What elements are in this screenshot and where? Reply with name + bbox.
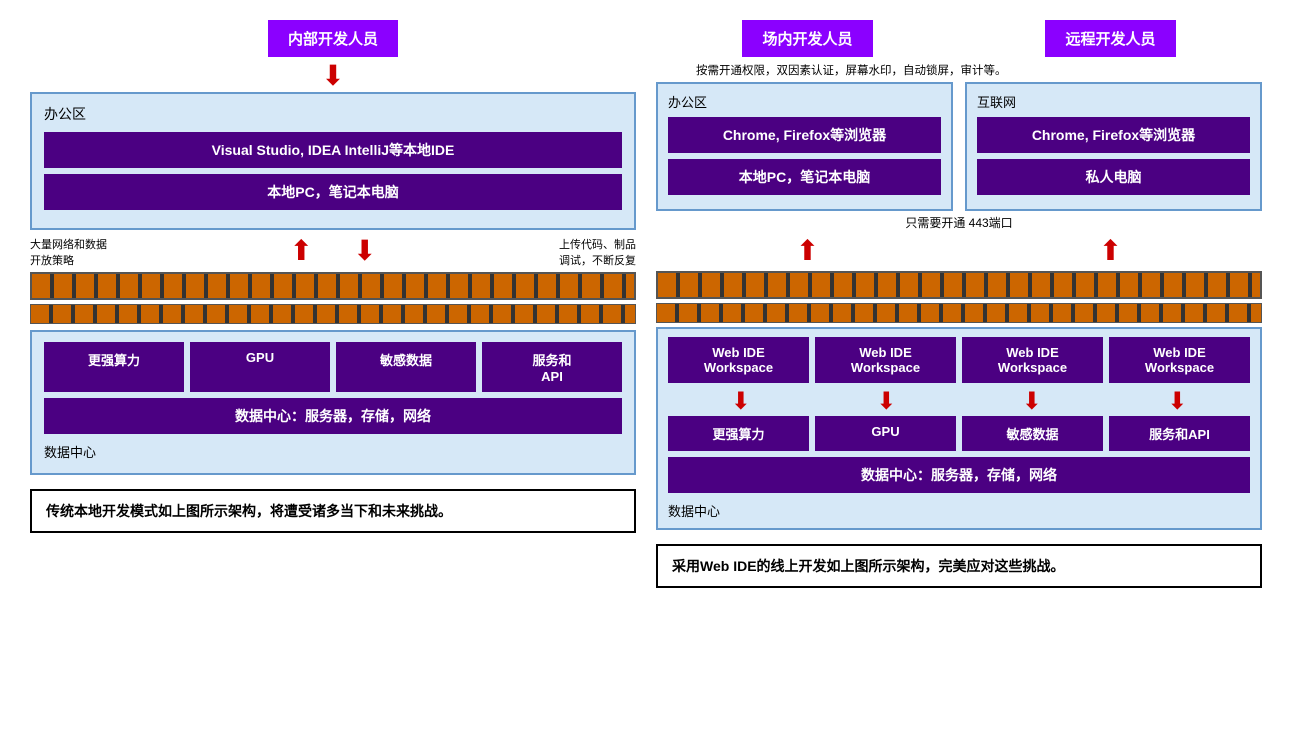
right-web-ide-4: Web IDE Workspace [1109,337,1250,383]
left-arrow-down-2: ⬇ [353,234,376,267]
right-ide-arrow-2: ⬇ [814,387,960,416]
left-arrow-down-1: ⬇ [30,62,636,90]
right-web-ide-arrows: ⬇ ⬇ ⬇ ⬇ [668,387,1250,416]
left-datacenter-outer: 更强算力 GPU 敏感数据 服务和 API 数据中心：服务器，存储，网络 数据中… [30,330,636,475]
left-annotation-right: 上传代码、制品 调试，不断反复 [376,234,636,268]
left-arrow-up: ⬆ [290,234,313,267]
right-resource-3: 敏感数据 [962,416,1103,451]
right-internet-box: 互联网 Chrome, Firefox等浏览器 私人电脑 [965,82,1262,211]
right-internet-pc: 私人电脑 [977,159,1250,195]
right-ide-arrow-4: ⬇ [1105,387,1251,416]
right-arrows-dual: ⬆ ⬆ [656,234,1262,267]
right-office-box: 办公区 Chrome, Firefox等浏览器 本地PC，笔记本电脑 [656,82,953,211]
right-arrow-up-1: ⬆ [796,234,819,267]
left-resource-2: GPU [190,342,330,392]
left-service-box: 服务和 API [482,342,622,392]
left-desc: 传统本地开发模式如上图所示架构，将遭受诸多当下和未来挑战。 [30,489,636,533]
right-office-browser: Chrome, Firefox等浏览器 [668,117,941,153]
right-web-ide-3: Web IDE Workspace [962,337,1103,383]
left-striped-bar-1 [30,272,636,300]
right-note-443: 只需要开通 443端口 [656,214,1262,231]
left-person-label: 内部开发人员 [268,20,398,57]
left-person-row: 内部开发人员 [30,20,636,57]
left-resource-3: 敏感数据 [336,342,476,392]
right-web-ide-2: Web IDE Workspace [815,337,956,383]
left-office-box: 办公区 Visual Studio, IDEA IntelliJ等本地IDE 本… [30,92,636,230]
right-arrow-up-2: ⬆ [1099,234,1122,267]
right-web-ide-row: Web IDE Workspace Web IDE Workspace Web … [668,337,1250,383]
right-annotation: 按需开通权限，双因素认证，屏幕水印，自动锁屏，审计等。 [656,62,1262,78]
right-ide-arrow-3: ⬇ [959,387,1105,416]
right-resource-4: 服务和API [1109,416,1250,451]
right-web-ide-1: Web IDE Workspace [668,337,809,383]
right-person2-label: 远程开发人员 [1045,20,1175,57]
left-arrows-dual: ⬆ ⬇ [290,234,377,267]
left-pc-box: 本地PC，笔记本电脑 [44,174,622,210]
left-resource-row: 更强算力 GPU 敏感数据 服务和 API [44,342,622,392]
left-diagram: 内部开发人员 ⬇ 办公区 Visual Studio, IDEA Intelli… [30,20,636,588]
right-datacenter-outer: Web IDE Workspace Web IDE Workspace Web … [656,327,1262,530]
right-internet-browser: Chrome, Firefox等浏览器 [977,117,1250,153]
right-diagram: 场内开发人员 远程开发人员 按需开通权限，双因素认证，屏幕水印，自动锁屏，审计等… [656,20,1262,588]
right-top-cols: 办公区 Chrome, Firefox等浏览器 本地PC，笔记本电脑 互联网 C… [656,82,1262,211]
right-datacenter-label: 数据中心 [668,501,1250,520]
right-striped-bar-2 [656,303,1262,323]
right-persons-row: 场内开发人员 远程开发人员 [656,20,1262,57]
left-datacenter-box: 数据中心：服务器，存储，网络 [44,398,622,434]
right-person1-label: 场内开发人员 [742,20,872,57]
right-office-label: 办公区 [668,92,941,111]
right-resource-2: GPU [815,416,956,451]
right-ide-arrow-1: ⬇ [668,387,814,416]
right-internet-label: 互联网 [977,92,1250,111]
right-desc: 采用Web IDE的线上开发如上图所示架构，完美应对这些挑战。 [656,544,1262,588]
right-office-pc: 本地PC，笔记本电脑 [668,159,941,195]
right-resource-1: 更强算力 [668,416,809,451]
left-ide-box: Visual Studio, IDEA IntelliJ等本地IDE [44,132,622,168]
right-datacenter-box: 数据中心：服务器，存储，网络 [668,457,1250,493]
left-datacenter-label: 数据中心 [44,442,622,461]
left-office-label: 办公区 [44,104,622,124]
left-annotation-area: 大量网络和数据 开放策略 ⬆ ⬇ 上传代码、制品 调试，不断反复 [30,234,636,268]
left-resource-1: 更强算力 [44,342,184,392]
left-striped-bar-2 [30,304,636,324]
right-striped-bar-1 [656,271,1262,299]
right-resource-row: 更强算力 GPU 敏感数据 服务和API [668,416,1250,451]
left-annotation-left: 大量网络和数据 开放策略 [30,234,290,268]
